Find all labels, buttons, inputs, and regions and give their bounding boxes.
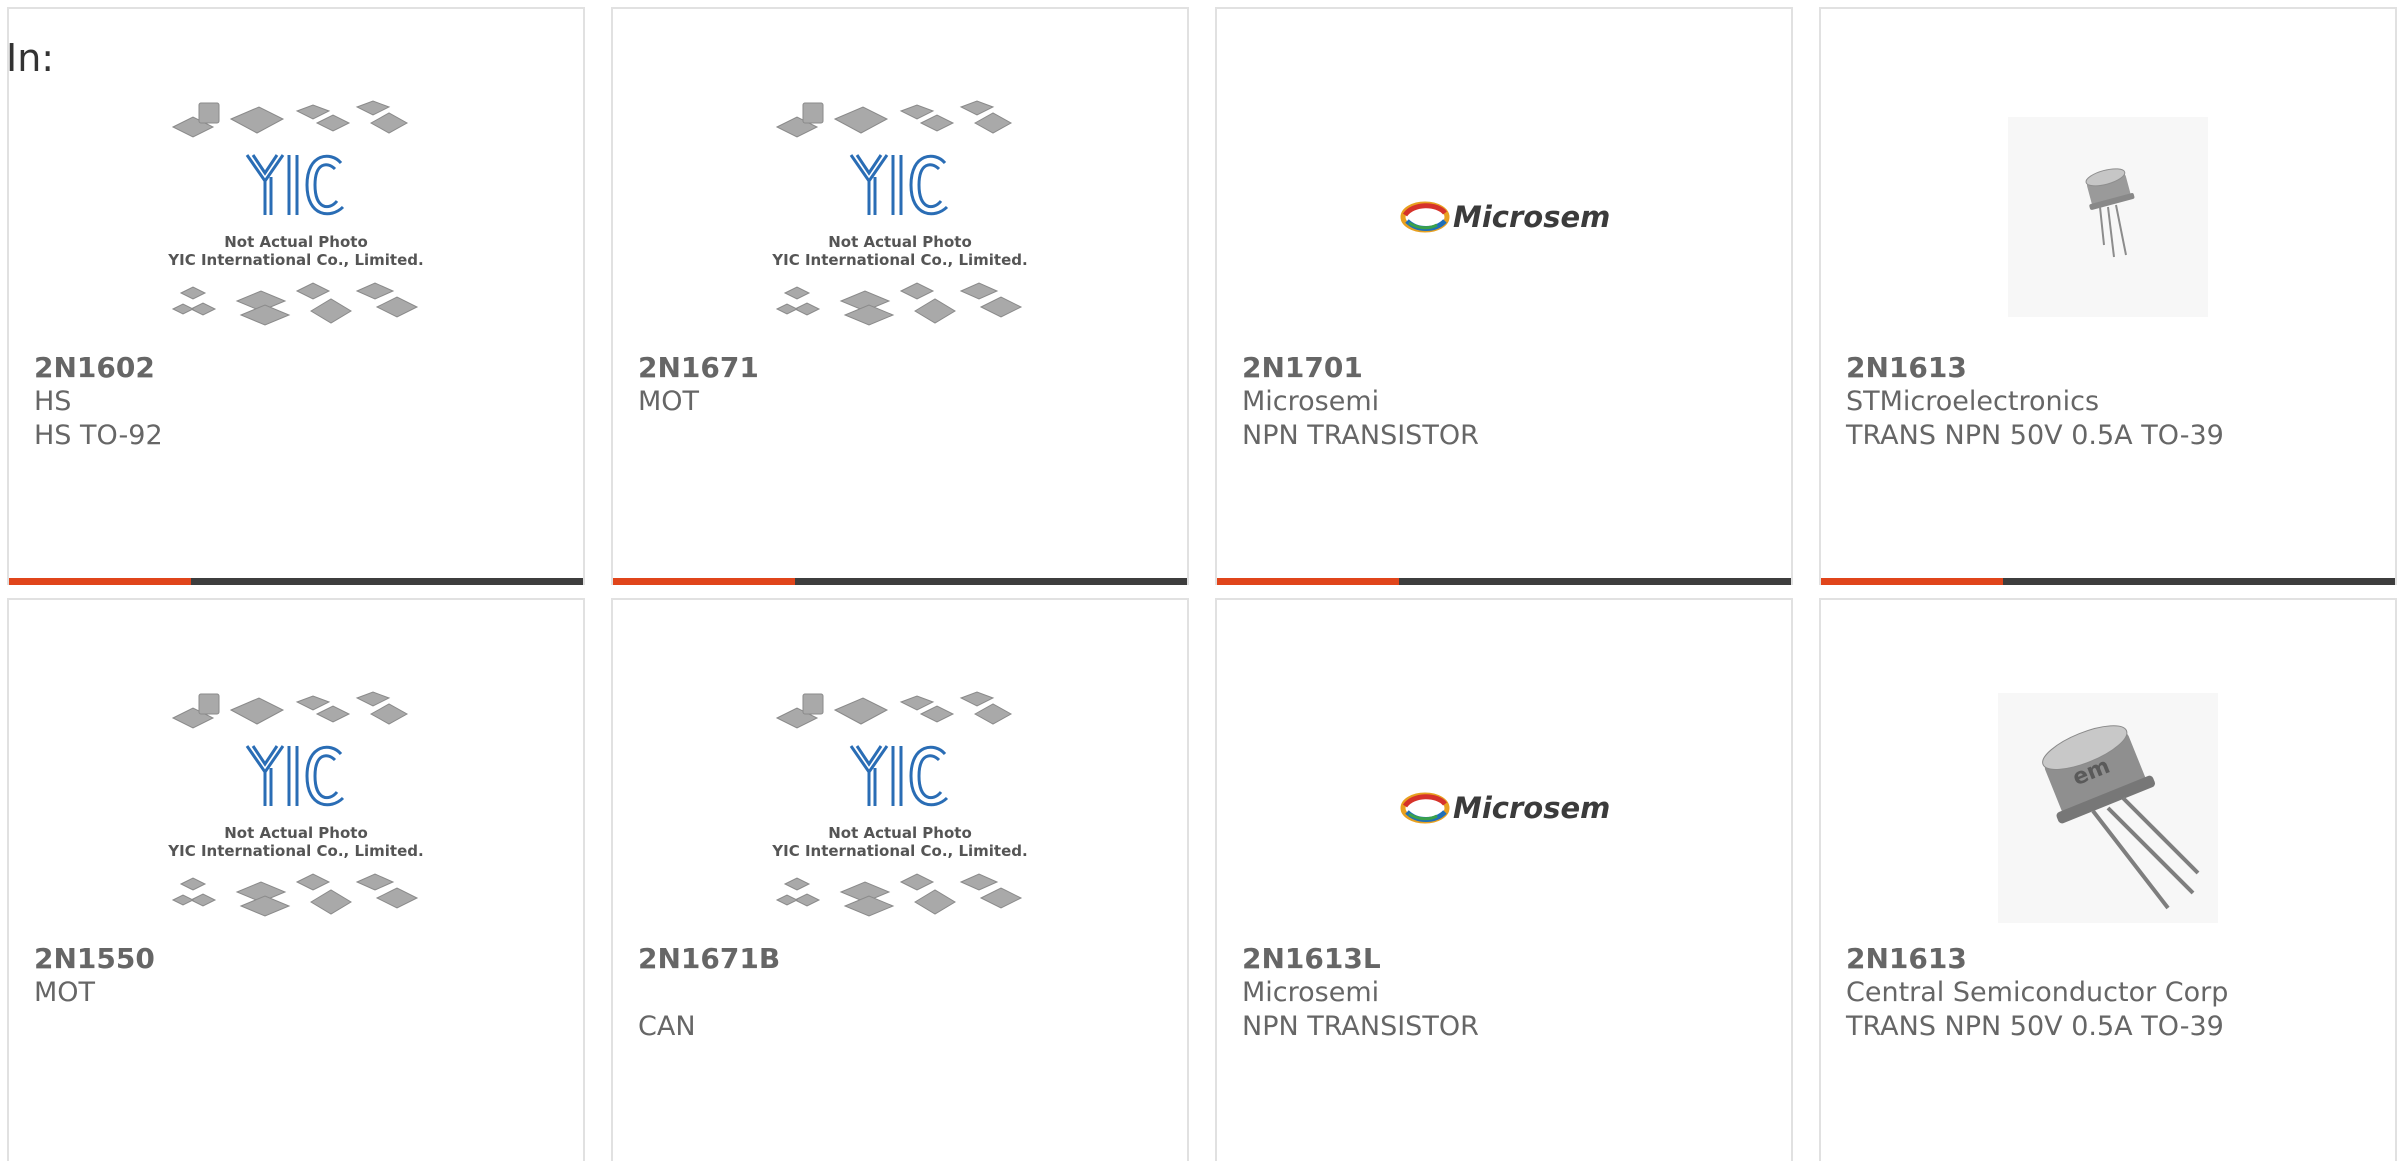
- transistor-image: [2008, 117, 2208, 317]
- manufacturer: HS: [34, 386, 72, 417]
- yic-logo: [849, 154, 949, 216]
- product-card[interactable]: Not Actual Photo YIC International Co., …: [7, 598, 585, 1161]
- product-card[interactable]: Not Actual Photo YIC International Co., …: [611, 598, 1189, 1161]
- product-info: 2N1602 HS HS TO-92: [34, 351, 563, 453]
- product-card[interactable]: em 2N1613 Central Semiconductor Corp TRA…: [1819, 598, 2397, 1161]
- description: [34, 1010, 563, 1044]
- product-image[interactable]: Microsemi: [1217, 87, 1791, 347]
- part-number[interactable]: 2N1671: [638, 351, 1167, 385]
- yic-placeholder-image: Not Actual Photo YIC International Co., …: [167, 100, 424, 326]
- product-info: 2N1671 MOT: [638, 351, 1167, 453]
- product-card[interactable]: 2N1613 STMicroelectronics TRANS NPN 50V …: [1819, 7, 2397, 585]
- description: TRANS NPN 50V 0.5A TO-39: [1846, 1011, 2224, 1042]
- product-image[interactable]: em: [1821, 678, 2395, 938]
- yic-placeholder-image: Not Actual Photo YIC International Co., …: [167, 691, 424, 917]
- manufacturer: MOT: [638, 386, 700, 417]
- product-info: 2N1613L Microsemi NPN TRANSISTOR: [1242, 942, 1771, 1044]
- svg-text:YIC International Co., Limited: YIC International Co., Limited.: [771, 251, 1027, 269]
- microsemi-logo: Microsemi: [1400, 791, 1609, 825]
- product-info: 2N1613 Central Semiconductor Corp TRANS …: [1846, 942, 2375, 1044]
- svg-text:Not Actual Photo: Not Actual Photo: [224, 824, 368, 842]
- svg-text:YIC International Co., Limited: YIC International Co., Limited.: [771, 842, 1027, 860]
- manufacturer: STMicroelectronics: [1846, 386, 2100, 417]
- card-accent-bar: [9, 578, 583, 585]
- svg-text:YIC International Co., Limited: YIC International Co., Limited.: [167, 251, 423, 269]
- microsemi-logo: Microsemi: [1400, 200, 1609, 234]
- part-number[interactable]: 2N1671B: [638, 942, 1167, 976]
- yic-placeholder-image: Not Actual Photo YIC International Co., …: [771, 691, 1028, 917]
- product-card[interactable]: Not Actual Photo YIC International Co., …: [7, 7, 585, 585]
- manufacturer: Central Semiconductor Corp: [1846, 977, 2229, 1008]
- product-grid: Not Actual Photo YIC International Co., …: [7, 7, 2400, 1161]
- product-card[interactable]: Not Actual Photo YIC International Co., …: [611, 7, 1189, 585]
- part-number[interactable]: 2N1602: [34, 351, 563, 385]
- yic-logo: [245, 745, 345, 807]
- product-image[interactable]: Not Actual Photo YIC International Co., …: [613, 87, 1187, 347]
- description: NPN TRANSISTOR: [1242, 420, 1479, 451]
- svg-text:Not Actual Photo: Not Actual Photo: [828, 824, 972, 842]
- product-info: 2N1701 Microsemi NPN TRANSISTOR: [1242, 351, 1771, 453]
- card-accent-bar: [1217, 578, 1791, 585]
- svg-text:Microsemi: Microsemi: [1453, 200, 1609, 234]
- description: [638, 419, 1167, 453]
- part-number[interactable]: 2N1613: [1846, 351, 2375, 385]
- description: NPN TRANSISTOR: [1242, 1011, 1479, 1042]
- part-number[interactable]: 2N1613L: [1242, 942, 1771, 976]
- description: CAN: [638, 1011, 696, 1042]
- transistor-image: em: [1998, 693, 2218, 923]
- description: TRANS NPN 50V 0.5A TO-39: [1846, 420, 2224, 451]
- product-info: 2N1671B CAN: [638, 942, 1167, 1044]
- product-card[interactable]: Microsemi 2N1701 Microsemi NPN TRANSISTO…: [1215, 7, 1793, 585]
- manufacturer: Microsemi: [1242, 386, 1380, 417]
- product-info: 2N1613 STMicroelectronics TRANS NPN 50V …: [1846, 351, 2375, 453]
- svg-text:Not Actual Photo: Not Actual Photo: [224, 233, 368, 251]
- product-image[interactable]: Not Actual Photo YIC International Co., …: [9, 87, 583, 347]
- svg-text:Not Actual Photo: Not Actual Photo: [828, 233, 972, 251]
- yic-placeholder-image: Not Actual Photo YIC International Co., …: [771, 100, 1028, 326]
- svg-text:Microsemi: Microsemi: [1453, 791, 1609, 825]
- product-info: 2N1550 MOT: [34, 942, 563, 1044]
- part-number[interactable]: 2N1701: [1242, 351, 1771, 385]
- yic-logo: [245, 154, 345, 216]
- product-image[interactable]: [1821, 87, 2395, 347]
- manufacturer: MOT: [34, 977, 96, 1008]
- card-accent-bar: [613, 578, 1187, 585]
- yic-logo: [849, 745, 949, 807]
- part-number[interactable]: 2N1550: [34, 942, 563, 976]
- product-image[interactable]: Not Actual Photo YIC International Co., …: [9, 678, 583, 938]
- svg-text:YIC International Co., Limited: YIC International Co., Limited.: [167, 842, 423, 860]
- manufacturer: Microsemi: [1242, 977, 1380, 1008]
- product-image[interactable]: Not Actual Photo YIC International Co., …: [613, 678, 1187, 938]
- card-accent-bar: [1821, 578, 2395, 585]
- description: HS TO-92: [34, 420, 163, 451]
- part-number[interactable]: 2N1613: [1846, 942, 2375, 976]
- product-image[interactable]: Microsemi: [1217, 678, 1791, 938]
- in-label: In:: [6, 36, 55, 80]
- product-listing-page: In: Not Actual Photo YIC International C…: [0, 0, 2400, 1161]
- manufacturer: [638, 976, 1167, 1010]
- product-card[interactable]: Microsemi 2N1613L Microsemi NPN TRANSIST…: [1215, 598, 1793, 1161]
